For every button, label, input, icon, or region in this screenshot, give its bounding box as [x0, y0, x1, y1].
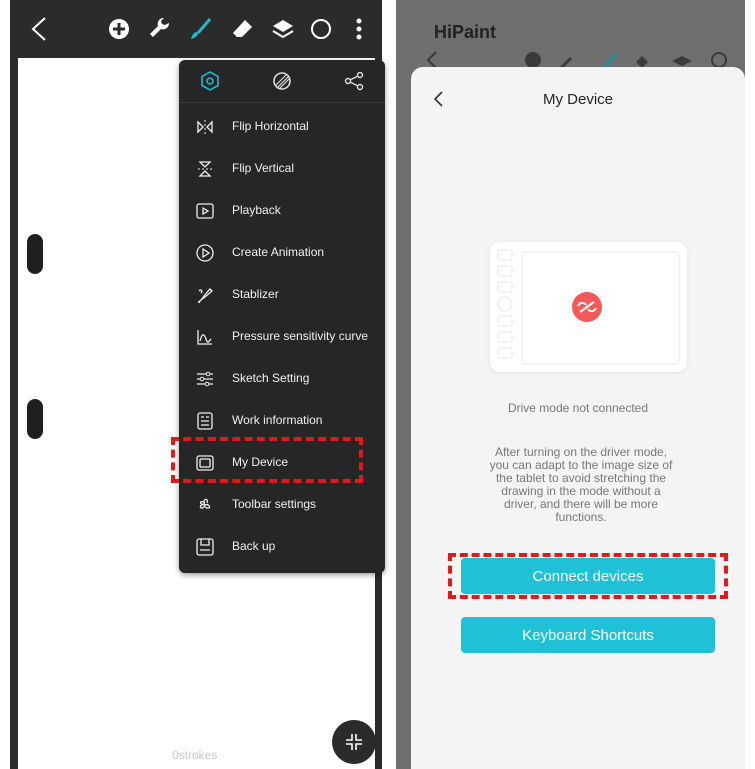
menu-item-flip-vertical[interactable]: Flip Vertical — [179, 148, 385, 190]
sketch-setting-icon — [197, 371, 213, 387]
my-device-highlight — [171, 437, 363, 483]
connection-status: Drive mode not connected — [507, 401, 649, 415]
tablet-illustration — [490, 242, 687, 372]
brush-icon[interactable] — [186, 14, 216, 44]
page-title: My Device — [542, 91, 613, 108]
add-circle-icon[interactable] — [104, 14, 134, 44]
my-device-sheet: My Device Drive mode not connected After… — [411, 67, 745, 769]
flip-vertical-icon — [198, 161, 212, 177]
layers-icon[interactable] — [268, 14, 298, 44]
menu-item-label: Work information — [232, 413, 323, 427]
opacity-handle[interactable] — [27, 399, 43, 439]
menu-item-label: Pressure sensitivity curve — [232, 329, 369, 343]
right-phone-screen: HiPaint My Device Drive mode not connect… — [396, 0, 755, 769]
collapse-button[interactable] — [332, 720, 376, 764]
share-icon[interactable] — [339, 66, 369, 96]
more-menu: Flip Horizontal Flip Vertical Playback C… — [179, 60, 385, 573]
app-title: HiPaint — [434, 22, 497, 42]
left-phone-screen: 0strokes Flip Horizontal Flip Vertical P… — [10, 0, 385, 769]
menu-item-sketch-setting[interactable]: Sketch Setting — [179, 358, 385, 400]
brush-size-handle[interactable] — [27, 234, 43, 274]
menu-item-flip-horizontal[interactable]: Flip Horizontal — [179, 106, 385, 148]
top-toolbar — [10, 0, 382, 58]
menu-item-label: Flip Vertical — [232, 161, 295, 175]
connect-devices-highlight — [448, 553, 728, 599]
color-circle-icon[interactable] — [306, 14, 336, 44]
menu-item-label: Stablizer — [232, 287, 279, 301]
stroke-count: 0strokes — [172, 748, 218, 762]
menu-item-label: Playback — [232, 203, 281, 217]
tablet-disconnected-icon — [497, 249, 680, 365]
more-vertical-icon[interactable] — [344, 14, 374, 44]
menu-item-back-up[interactable]: Back up — [179, 526, 385, 568]
back-up-icon — [196, 538, 214, 556]
menu-tabs — [179, 60, 385, 103]
toolbar-settings-icon — [199, 498, 211, 509]
playback-icon — [196, 203, 214, 219]
menu-item-playback[interactable]: Playback — [179, 190, 385, 232]
create-animation-icon — [196, 244, 214, 262]
pressure-curve-icon — [197, 330, 212, 345]
settings-hexagon-icon[interactable] — [195, 66, 225, 96]
menu-item-create-animation[interactable]: Create Animation — [179, 232, 385, 274]
menu-item-label: Toolbar settings — [232, 497, 317, 511]
menu-item-pressure-curve[interactable]: Pressure sensitivity curve — [179, 316, 385, 358]
flip-horizontal-icon — [197, 120, 213, 134]
collapse-arrows-icon — [346, 734, 362, 750]
menu-item-stabilizer[interactable]: Stablizer — [179, 274, 385, 316]
canvas-texture-icon[interactable] — [267, 66, 297, 96]
menu-item-work-information[interactable]: Work information — [179, 400, 385, 442]
menu-item-label: Create Animation — [232, 245, 325, 259]
wrench-icon[interactable] — [145, 14, 175, 44]
driver-mode-description: After turning on the driver mode, you ca… — [489, 445, 673, 524]
back-chevron-icon[interactable] — [24, 14, 54, 44]
menu-item-label: Flip Horizontal — [232, 119, 309, 133]
work-information-icon — [197, 412, 213, 430]
menu-item-toolbar-settings[interactable]: Toolbar settings — [179, 484, 385, 526]
stabilizer-icon — [197, 288, 213, 304]
eraser-icon[interactable] — [228, 14, 258, 44]
menu-item-label: Sketch Setting — [232, 371, 310, 385]
menu-item-label: Back up — [232, 539, 276, 553]
keyboard-shortcuts-button[interactable]: Keyboard Shortcuts — [461, 617, 715, 653]
